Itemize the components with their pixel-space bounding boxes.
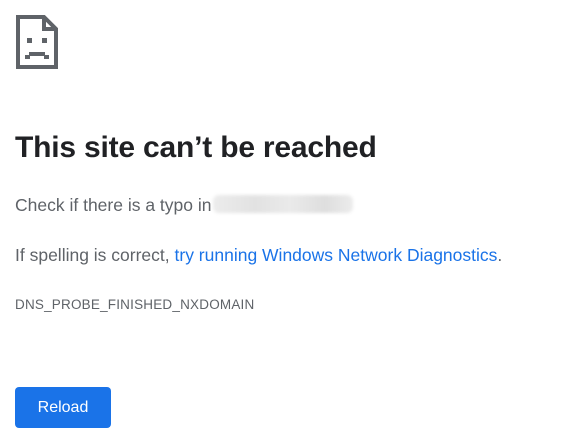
redacted-hostname	[213, 195, 354, 214]
reload-button[interactable]: Reload	[15, 387, 111, 428]
sad-page-icon	[16, 15, 58, 69]
network-diagnostics-link[interactable]: try running Windows Network Diagnostics	[175, 245, 498, 265]
error-code: DNS_PROBE_FINISHED_NXDOMAIN	[15, 297, 255, 312]
page-title: This site can’t be reached	[15, 131, 377, 164]
typo-hint-text: Check if there is a typo in	[15, 195, 212, 215]
spelling-hint: If spelling is correct, try running Wind…	[15, 245, 502, 266]
typo-hint: Check if there is a typo in	[15, 195, 354, 216]
spelling-hint-prefix: If spelling is correct,	[15, 245, 175, 265]
spelling-hint-suffix: .	[497, 245, 503, 265]
error-page: This site can’t be reached Check if ther…	[0, 0, 572, 443]
